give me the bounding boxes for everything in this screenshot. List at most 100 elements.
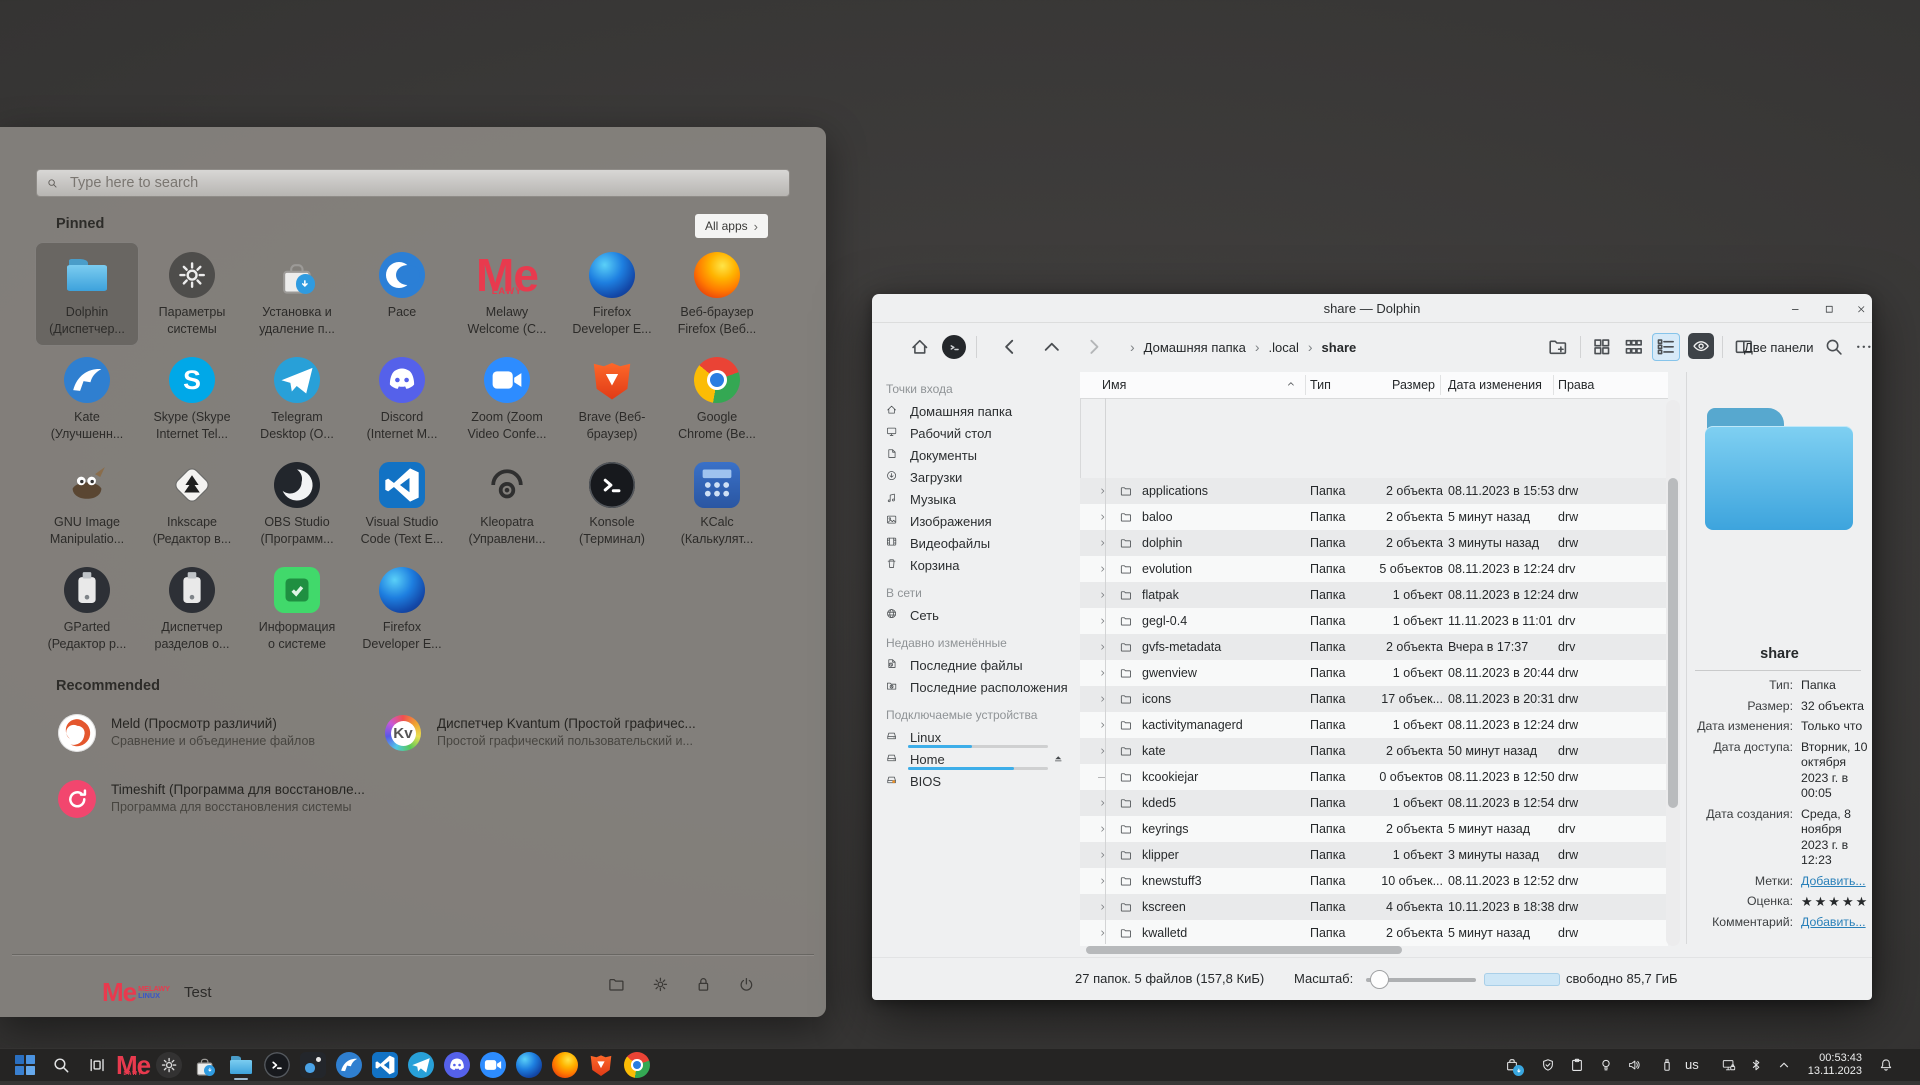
app-tile-kleopatra[interactable]: Kleopatra(Управлени... <box>455 452 559 556</box>
updates-tray-icon[interactable] <box>1502 1055 1522 1075</box>
app-tile-konsole[interactable]: Konsole(Терминал) <box>560 452 664 556</box>
caretup-tray-icon[interactable] <box>1774 1055 1794 1075</box>
breadcrumb-item[interactable]: .local <box>1269 340 1299 355</box>
table-row-applications[interactable]: applicationsПапка2 объекта08.11.2023 в 1… <box>1080 478 1668 504</box>
app-tile-inkscape[interactable]: Inkscape(Редактор в... <box>140 452 244 556</box>
sidebar-item-корзина[interactable]: Корзина <box>872 554 1080 576</box>
app-tile-pace[interactable]: Pace <box>350 242 454 346</box>
chat-taskbar-icon[interactable] <box>300 1052 326 1078</box>
app-tile-диспетчер[interactable]: Диспетчерразделов о... <box>140 557 244 661</box>
taskview-taskbar-icon[interactable] <box>84 1052 110 1078</box>
details-view-button[interactable] <box>1652 333 1680 361</box>
app-tile-google[interactable]: GoogleChrome (Ве... <box>665 347 769 451</box>
close-button[interactable] <box>1856 301 1871 316</box>
column-header-3[interactable]: Дата изменения <box>1448 372 1542 398</box>
settings-taskbar-icon[interactable] <box>156 1052 182 1078</box>
table-row-kded5[interactable]: kded5Папка1 объект08.11.2023 в 12:54drw <box>1080 790 1668 816</box>
chrome-taskbar-icon[interactable] <box>624 1052 650 1078</box>
column-separator[interactable] <box>1440 375 1441 395</box>
table-row-kate[interactable]: kateПапка2 объекта50 минут назадdrw <box>1080 738 1668 764</box>
app-tile-gnu-image[interactable]: GNU ImageManipulatio... <box>35 452 139 556</box>
zoom-taskbar-icon[interactable] <box>480 1052 506 1078</box>
column-header-0[interactable]: Имя <box>1102 372 1126 398</box>
clock[interactable]: 00:53:4313.11.2023 <box>1798 1052 1862 1078</box>
user-avatar-icon[interactable] <box>940 333 968 361</box>
comment-add-link[interactable]: Добавить... <box>1801 915 1869 931</box>
app-tile-firefox[interactable]: FirefoxDeveloper E... <box>560 242 664 346</box>
app-tile-kate[interactable]: Kate(Улучшенн... <box>35 347 139 451</box>
app-tile-obs-studio[interactable]: OBS Studio(Программ... <box>245 452 349 556</box>
app-tile-skype-skype[interactable]: SSkype (SkypeInternet Tel... <box>140 347 244 451</box>
forward-button[interactable] <box>1080 333 1108 361</box>
find-button[interactable] <box>1820 333 1848 361</box>
new-tab-button[interactable] <box>1544 333 1572 361</box>
sidebar-item-домашняя-папка[interactable]: Домашняя папка <box>872 400 1080 422</box>
app-tile-discord[interactable]: Discord(Internet M... <box>350 347 454 451</box>
firefox-dev-taskbar-icon[interactable] <box>516 1052 542 1078</box>
bluetooth-tray-icon[interactable] <box>1746 1055 1766 1075</box>
table-row-kscreen[interactable]: kscreenПапка4 объекта10.11.2023 в 18:38d… <box>1080 894 1668 920</box>
app-tile-веб-браузер[interactable]: Веб-браузерFirefox (Веб... <box>665 242 769 346</box>
app-tile-visual-studio[interactable]: Visual StudioCode (Text E... <box>350 452 454 556</box>
launcher-search-input[interactable]: Type here to search <box>36 169 790 197</box>
discord-taskbar-icon[interactable] <box>444 1052 470 1078</box>
table-row-knewstuff3[interactable]: knewstuff3Папка10 объек...08.11.2023 в 1… <box>1080 868 1668 894</box>
table-row-keyrings[interactable]: keyringsПапка2 объекта5 минут назадdrv <box>1080 816 1668 842</box>
table-row-icons[interactable]: iconsПапка17 объек...08.11.2023 в 20:31d… <box>1080 686 1668 712</box>
sidebar-item-видеофайлы[interactable]: Видеофайлы <box>872 532 1080 554</box>
app-tile-zoom-zoom[interactable]: Zoom (ZoomVideo Confe... <box>455 347 559 451</box>
minimize-button[interactable] <box>1790 301 1805 316</box>
home-button[interactable] <box>906 333 934 361</box>
start-taskbar-icon[interactable] <box>12 1052 38 1078</box>
back-button[interactable] <box>996 333 1024 361</box>
eject-icon[interactable] <box>1053 751 1068 766</box>
overflow-menu-button[interactable] <box>1850 333 1878 361</box>
shield-tray-icon[interactable] <box>1538 1055 1558 1075</box>
rating-stars[interactable]: ★★★★★ <box>1801 894 1869 910</box>
tasksearch-taskbar-icon[interactable] <box>48 1052 74 1078</box>
zoom-slider-knob[interactable] <box>1370 970 1389 989</box>
keyboard-layout-indicator[interactable]: us <box>1685 1057 1699 1072</box>
software-install-taskbar-icon[interactable] <box>192 1052 218 1078</box>
notifications-bell-icon[interactable] <box>1876 1055 1896 1075</box>
app-tile-melawy[interactable]: MeLAWYMelawyWelcome (C... <box>455 242 559 346</box>
sidebar-item-bios[interactable]: BIOS <box>872 770 1080 792</box>
brave-taskbar-icon[interactable] <box>588 1052 614 1078</box>
vscode-taskbar-icon[interactable] <box>372 1052 398 1078</box>
melawy-taskbar-icon[interactable]: MeLAWY <box>120 1052 146 1078</box>
konsole-taskbar-icon[interactable] <box>264 1052 290 1078</box>
table-row-gegl-0.4[interactable]: gegl-0.4Папка1 объект11.11.2023 в 11:01d… <box>1080 608 1668 634</box>
maximize-button[interactable] <box>1824 301 1839 316</box>
sidebar-item-изображения[interactable]: Изображения <box>872 510 1080 532</box>
app-tile-информация[interactable]: Информацияо системе <box>245 557 349 661</box>
lock-icon[interactable] <box>695 976 719 1000</box>
sidebar-item-linux[interactable]: Linux <box>872 726 1080 748</box>
recommended-item[interactable]: Timeshift (Программа для восстановле...П… <box>58 780 365 818</box>
bulb-tray-icon[interactable] <box>1596 1055 1616 1075</box>
app-tile-telegram[interactable]: TelegramDesktop (О... <box>245 347 349 451</box>
table-row-kcookiejar[interactable]: kcookiejarПапка0 объектов08.11.2023 в 12… <box>1080 764 1668 790</box>
sidebar-item-сеть[interactable]: Сеть <box>872 604 1080 626</box>
kate-taskbar-icon[interactable] <box>336 1052 362 1078</box>
breadcrumb-item[interactable]: Домашняя папка <box>1144 340 1246 355</box>
volume-tray-icon[interactable] <box>1624 1055 1644 1075</box>
clipboard-tray-icon[interactable] <box>1567 1055 1587 1075</box>
column-separator[interactable] <box>1305 375 1306 395</box>
table-row-klipper[interactable]: klipperПапка1 объект3 минуты назадdrw <box>1080 842 1668 868</box>
table-row-kwalletd[interactable]: kwalletdПапка2 объекта5 минут назадdrw <box>1080 920 1668 946</box>
recommended-item[interactable]: Meld (Просмотр различий)Сравнение и объе… <box>58 714 315 752</box>
table-row-flatpak[interactable]: flatpakПапка1 объект08.11.2023 в 12:24dr… <box>1080 582 1668 608</box>
user-area[interactable]: Me MELAWYLINUX Test <box>102 979 212 1005</box>
app-tile-brave-веб-[interactable]: Brave (Веб-браузер) <box>560 347 664 451</box>
table-row-evolution[interactable]: evolutionПапка5 объектов08.11.2023 в 12:… <box>1080 556 1668 582</box>
horizontal-scrollbar[interactable] <box>1086 946 1402 954</box>
column-header-4[interactable]: Права <box>1558 372 1594 398</box>
gear-icon[interactable] <box>652 976 676 1000</box>
app-tile-установка-и[interactable]: Установка иудаление п... <box>245 242 349 346</box>
app-tile-firefox[interactable]: FirefoxDeveloper E... <box>350 557 454 661</box>
sidebar-item-последние-расположения[interactable]: Последние расположения <box>872 676 1080 698</box>
icons-view-button[interactable] <box>1588 333 1616 361</box>
app-tile-параметры[interactable]: Параметрысистемы <box>140 242 244 346</box>
sidebar-item-загрузки[interactable]: Загрузки <box>872 466 1080 488</box>
telegram-taskbar-icon[interactable] <box>408 1052 434 1078</box>
